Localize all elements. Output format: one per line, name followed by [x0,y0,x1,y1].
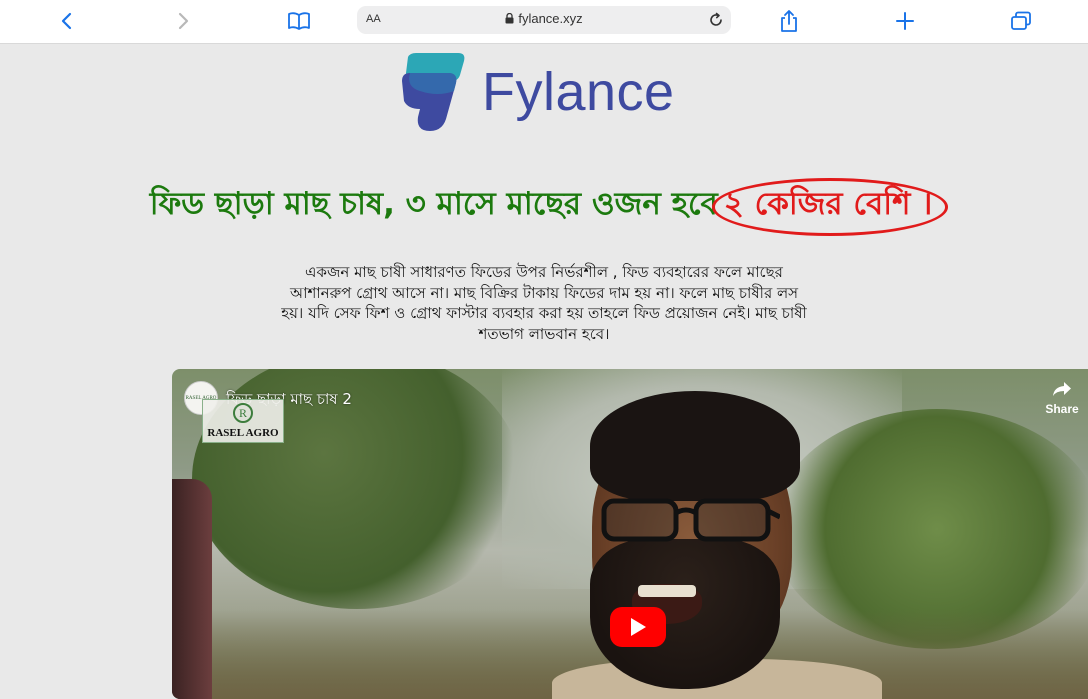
video-person-edge [172,479,212,699]
page-headline: ফিড ছাড়া মাছ চাষ, ৩ মাসে মাছের ওজন হবে ২… [0,178,1088,236]
video-person-hair [590,391,800,501]
share-page-button[interactable] [774,7,804,35]
description-line: শতভাগ লাভবান হবে। [478,324,610,343]
reload-button[interactable] [707,11,725,33]
tabs-icon [1011,11,1031,30]
video-person-teeth [638,585,696,597]
play-icon [631,618,646,636]
url-text: fylance.xyz [518,11,583,26]
channel-watermark: R RASEL AGRO [202,399,284,443]
share-arrow-icon [1053,382,1071,396]
new-tab-button[interactable] [890,7,920,35]
browser-toolbar: AA fylance.xyz [0,0,1088,44]
description-line: একজন মাছ চাষী সাধারণত ফিডের উপর নির্ভরশী… [305,263,783,281]
youtube-video-embed[interactable]: RASEL AGRO ফিড ছাড়া মাছ চাষ 2 R RASEL A… [172,369,1088,699]
book-icon [288,12,310,30]
url-display[interactable]: fylance.xyz [357,11,731,26]
plus-icon [896,12,914,30]
tabs-overview-button[interactable] [1006,7,1036,35]
description-paragraph: একজন মাছ চাষী সাধারণত ফিডের উপর নির্ভরশী… [262,262,826,344]
lock-icon [505,13,514,24]
share-label: Share [1045,402,1079,416]
chevron-right-icon [178,12,189,30]
logo-wordmark: Fylance [482,62,675,122]
back-button[interactable] [52,7,82,35]
forward-button[interactable] [168,7,198,35]
fylance-logo-mark [402,53,465,131]
highlight-circle [711,178,949,236]
headline-main: ফিড ছাড়া মাছ চাষ, ৩ মাসে মাছের ওজন হবে [149,186,718,222]
watermark-emblem: R [233,403,253,423]
chevron-left-icon [61,12,72,30]
play-button[interactable] [610,607,666,647]
watermark-text: RASEL AGRO [207,427,279,439]
reload-icon [710,12,722,26]
headline-highlight: ২ কেজির বেশি । [711,178,949,236]
site-logo[interactable]: Fylance [398,51,698,135]
share-icon [781,10,797,32]
description-line: আশানরুপ গ্রোথ আসে না। মাছ বিক্রির টাকায়… [289,283,799,302]
video-share-button[interactable]: Share [1042,381,1082,416]
address-bar[interactable]: AA fylance.xyz [357,6,731,34]
video-person-glasses [601,498,780,542]
bookmarks-button[interactable] [284,7,314,35]
description-line: হয়। যদি সেফ ফিশ ও গ্রোথ ফাস্টার ব্যবহার… [281,304,807,322]
